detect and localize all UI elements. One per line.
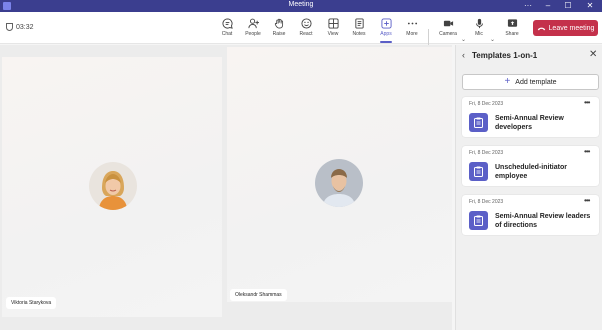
apps-active-indicator: [380, 41, 392, 43]
woman-avatar-icon: [89, 162, 137, 210]
notes-icon: [354, 18, 364, 29]
template-card[interactable]: Fri, 8 Dec 2023 ••• Semi-Annual Review d…: [462, 97, 599, 137]
meeting-timer: 03:32: [6, 23, 34, 31]
add-template-label: Add template: [515, 78, 557, 86]
add-template-button[interactable]: + Add template: [462, 74, 599, 90]
apps-label: Apps: [380, 31, 392, 37]
chat-icon: [222, 18, 233, 29]
card-more-icon[interactable]: •••: [584, 98, 590, 107]
card-more-icon[interactable]: •••: [584, 147, 590, 156]
templates-panel: ‹ Templates 1-on-1 ✕ + Add template Fri,…: [455, 45, 602, 330]
mic-button[interactable]: Mic: [466, 16, 492, 42]
leave-meeting-label: Leave meeting: [548, 24, 595, 32]
hand-icon: [274, 18, 283, 29]
share-label: Share: [505, 31, 519, 37]
card-more-icon[interactable]: •••: [584, 196, 590, 205]
participant-tile[interactable]: Viktoria Starykova: [2, 57, 222, 317]
people-add-icon: [247, 18, 259, 29]
share-screen-icon: [507, 19, 517, 27]
mic-label: Mic: [475, 31, 483, 37]
template-title: Semi-Annual Review leaders of directions: [495, 213, 591, 229]
man-avatar-icon: [315, 159, 363, 207]
chat-button[interactable]: Chat: [214, 16, 240, 42]
plus-icon: +: [504, 76, 511, 87]
participant-name: Oleksandr Shammas: [230, 289, 287, 301]
view-label: View: [327, 31, 339, 37]
notes-label: Notes: [352, 31, 366, 37]
camera-button[interactable]: Camera: [435, 16, 461, 42]
close-panel-icon[interactable]: ✕: [589, 49, 597, 60]
camera-label: Camera: [439, 31, 457, 37]
template-card[interactable]: Fri, 8 Dec 2023 ••• Semi-Annual Review l…: [462, 195, 599, 235]
more-options-icon[interactable]: ···: [520, 0, 536, 12]
panel-title: Templates 1-on-1: [472, 51, 538, 60]
mic-icon: [475, 18, 483, 29]
template-date: Fri, 8 Dec 2023: [469, 199, 504, 205]
view-button[interactable]: View: [320, 16, 346, 42]
participant-tile[interactable]: Oleksandr Shammas: [227, 47, 452, 302]
template-date: Fri, 8 Dec 2023: [469, 150, 504, 156]
share-button[interactable]: Share: [499, 16, 525, 42]
leave-meeting-button[interactable]: Leave meeting: [533, 20, 598, 36]
chat-label: Chat: [221, 31, 233, 37]
mic-options-chevron-icon[interactable]: ⌄: [490, 36, 495, 43]
meeting-toolbar: 03:32 Chat People Raise React View Notes…: [0, 12, 602, 51]
minimize-button[interactable]: –: [540, 0, 556, 12]
title-bar: Meeting ··· – ☐ ✕: [0, 0, 602, 12]
video-stage: Viktoria Starykova Oleksandr Shammas: [0, 45, 452, 330]
clipboard-icon: [469, 211, 488, 230]
close-window-button[interactable]: ✕: [582, 0, 598, 12]
panel-header: ‹ Templates 1-on-1 ✕: [456, 45, 602, 67]
window-title: Meeting: [288, 1, 314, 8]
participant-avatar: [89, 162, 137, 210]
grid-view-icon: [327, 18, 339, 29]
phone-hangup-icon: [537, 27, 545, 30]
back-chevron-icon[interactable]: ‹: [462, 50, 465, 60]
maximize-button[interactable]: ☐: [560, 0, 576, 12]
template-title: Semi-Annual Review developers: [495, 115, 564, 131]
participant-name: Viktoria Starykova: [6, 297, 57, 309]
raise-hand-button[interactable]: Raise: [266, 16, 292, 42]
timer-text: 03:32: [16, 23, 34, 31]
react-label: React: [299, 31, 313, 37]
notes-button[interactable]: Notes: [346, 16, 372, 42]
apps-button[interactable]: Apps: [373, 16, 399, 42]
apps-icon: [380, 18, 392, 29]
template-card[interactable]: Fri, 8 Dec 2023 ••• Unscheduled-initiato…: [462, 146, 599, 186]
more-button[interactable]: More: [399, 16, 425, 42]
camera-icon: [443, 20, 453, 27]
raise-label: Raise: [272, 31, 286, 37]
participant-avatar: [315, 159, 363, 207]
clipboard-icon: [469, 113, 488, 132]
people-label: People: [245, 31, 261, 37]
more-label: More: [406, 31, 418, 37]
template-date: Fri, 8 Dec 2023: [469, 101, 504, 107]
shield-icon: [6, 23, 13, 31]
people-button[interactable]: People: [240, 16, 266, 42]
smiley-icon: [300, 18, 312, 29]
more-dots-icon: [407, 22, 417, 25]
clipboard-icon: [469, 162, 488, 181]
template-title: Unscheduled-initiator employee: [495, 164, 567, 180]
react-button[interactable]: React: [293, 16, 319, 42]
